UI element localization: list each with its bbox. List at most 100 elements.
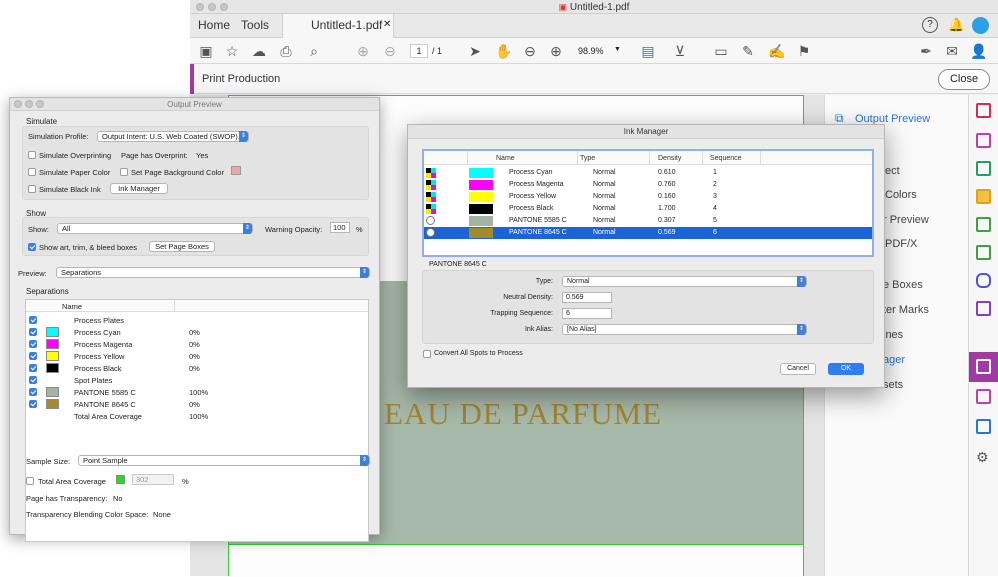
create-pdf-icon[interactable] (976, 103, 991, 118)
bell-icon[interactable]: 🔔 (948, 17, 964, 33)
share-user-icon[interactable]: 👤 (970, 43, 987, 59)
scroll-mode-icon[interactable]: ⊻ (672, 43, 688, 59)
save-icon[interactable]: ▣ (198, 43, 214, 59)
separation-checkbox[interactable] (29, 328, 37, 336)
page-display-icon[interactable]: ▤ (640, 43, 656, 59)
organize-pages-icon[interactable] (976, 133, 991, 148)
next-page-icon[interactable]: ⊖ (382, 43, 398, 59)
process-ink-icon[interactable] (426, 192, 436, 202)
ink-row[interactable]: PANTONE 5585 C Normal 0.307 5 (424, 215, 872, 227)
zoom-dropdown-icon[interactable]: ▼ (614, 46, 621, 53)
tool-preflight[interactable]: ect (885, 165, 900, 177)
spot-ink-icon[interactable] (426, 228, 435, 237)
ink-column-type[interactable]: Type (580, 155, 595, 162)
spot-ink-icon[interactable] (426, 216, 435, 225)
ink-column-density[interactable]: Density (658, 155, 681, 162)
ok-button[interactable]: OK (828, 363, 864, 375)
accessibility-icon[interactable] (976, 419, 991, 434)
close-tab-icon[interactable]: ✕ (383, 19, 391, 30)
process-ink-icon[interactable] (426, 180, 436, 190)
scan-icon[interactable] (976, 245, 991, 260)
cancel-button[interactable]: Cancel (780, 363, 816, 375)
tool-ink-manager[interactable]: ager (883, 354, 905, 366)
panel-close-dot[interactable] (14, 100, 22, 108)
tool-add-printer-marks[interactable]: ter Marks (883, 304, 929, 316)
tab-home[interactable]: Home (198, 18, 230, 32)
panel-minimize-dot[interactable] (25, 100, 33, 108)
tool-job-presets[interactable]: sets (883, 379, 903, 391)
separation-checkbox[interactable] (29, 388, 37, 396)
ink-row[interactable]: Process Magenta Normal 0.760 2 (424, 179, 872, 191)
help-icon[interactable]: ? (922, 17, 938, 33)
cloud-upload-icon[interactable]: ☁ (251, 43, 267, 59)
sample-size-select[interactable]: Point Sample ⇕ (78, 455, 370, 466)
ink-type-select[interactable]: Normal ⇕ (562, 276, 807, 287)
bookmark-star-icon[interactable]: ☆ (224, 43, 240, 59)
set-page-bg-checkbox[interactable] (120, 168, 128, 176)
simulate-paper-color-checkbox[interactable] (28, 168, 36, 176)
process-ink-icon[interactable] (426, 204, 436, 214)
protect-shield-icon[interactable] (976, 273, 991, 288)
separation-checkbox[interactable] (29, 364, 37, 372)
ink-row[interactable]: PANTONE 8645 C Normal 0.569 6 (424, 227, 872, 239)
print-icon[interactable]: ⎙ (278, 43, 294, 59)
tool-convert-colors[interactable]: Colors (885, 189, 917, 201)
trapping-sequence-input[interactable]: 6 (562, 308, 612, 319)
export-pdf-icon[interactable] (976, 161, 991, 176)
warning-opacity-input[interactable]: 100 (330, 222, 350, 233)
draw-icon[interactable]: ✍ (768, 43, 785, 59)
separation-checkbox[interactable] (29, 400, 37, 408)
coverage-color-swatch[interactable] (116, 475, 125, 484)
close-tool-button[interactable]: Close (938, 69, 990, 90)
zoom-in-icon[interactable]: ⊕ (548, 43, 564, 59)
panel-zoom-dot[interactable] (36, 100, 44, 108)
neutral-density-input[interactable]: 0.569 (562, 292, 612, 303)
print-production-tool-active[interactable] (969, 352, 998, 382)
fill-sign-icon[interactable]: ⚑ (796, 43, 812, 59)
total-area-coverage-checkbox[interactable] (26, 477, 34, 485)
simulation-profile-select[interactable]: Output Intent: U.S. Web Coated (SWOP)...… (97, 131, 249, 142)
total-area-coverage-input[interactable]: 302 (132, 474, 174, 485)
zoom-search-icon[interactable]: ⌕ (306, 43, 322, 59)
tool-save-pdfx[interactable]: PDF/X (885, 238, 917, 250)
window-minimize-dot[interactable] (208, 3, 216, 11)
ink-manager-button[interactable]: Ink Manager (110, 183, 168, 194)
zoom-out-icon[interactable]: ⊖ (522, 43, 538, 59)
convert-spots-checkbox[interactable] (423, 350, 431, 358)
ink-row[interactable]: Process Cyan Normal 0.610 1 (424, 167, 872, 179)
rich-media-icon[interactable] (976, 389, 991, 404)
window-zoom-dot[interactable] (220, 3, 228, 11)
page-number-input[interactable]: 1 (410, 44, 428, 58)
separation-checkbox[interactable] (29, 316, 37, 324)
simulate-black-ink-checkbox[interactable] (28, 185, 36, 193)
show-page-boxes-checkbox[interactable] (28, 243, 36, 251)
process-ink-icon[interactable] (426, 168, 436, 178)
ink-row[interactable]: Process Yellow Normal 0.160 3 (424, 191, 872, 203)
show-select[interactable]: All ⇕ (57, 223, 253, 234)
comment-icon[interactable]: ▭ (713, 43, 729, 59)
separation-checkbox[interactable] (29, 340, 37, 348)
fill-sign-tool-icon[interactable] (976, 301, 991, 316)
simulate-overprinting-checkbox[interactable] (28, 151, 36, 159)
highlight-pen-icon[interactable]: ✎ (740, 43, 756, 59)
ink-column-name[interactable]: Name (496, 155, 515, 162)
comment-tool-icon[interactable] (976, 189, 991, 204)
sign-icon[interactable]: ✒ (918, 43, 934, 59)
previous-page-icon[interactable]: ⊕ (355, 43, 371, 59)
tool-set-page-boxes[interactable]: e Boxes (883, 279, 923, 291)
ink-row[interactable]: Process Black Normal 1.700 4 (424, 203, 872, 215)
page-bg-color-swatch[interactable] (231, 166, 241, 175)
ink-alias-select[interactable]: [No Alias] ⇕ (562, 324, 807, 335)
compare-icon[interactable] (976, 217, 991, 232)
set-page-boxes-button[interactable]: Set Page Boxes (149, 241, 215, 252)
tab-document[interactable]: Untitled-1.pdf ✕ (282, 14, 394, 38)
preview-select[interactable]: Separations ⇕ (56, 267, 370, 278)
ink-column-sequence[interactable]: Sequence (710, 155, 742, 162)
more-tools-icon[interactable]: ⚙ (976, 449, 989, 466)
select-cursor-icon[interactable]: ➤ (467, 43, 483, 59)
avatar[interactable] (972, 17, 989, 34)
separation-checkbox[interactable] (29, 376, 37, 384)
email-icon[interactable]: ✉ (944, 43, 960, 59)
hand-tool-icon[interactable]: ✋ (495, 43, 512, 59)
tab-tools[interactable]: Tools (241, 18, 269, 32)
